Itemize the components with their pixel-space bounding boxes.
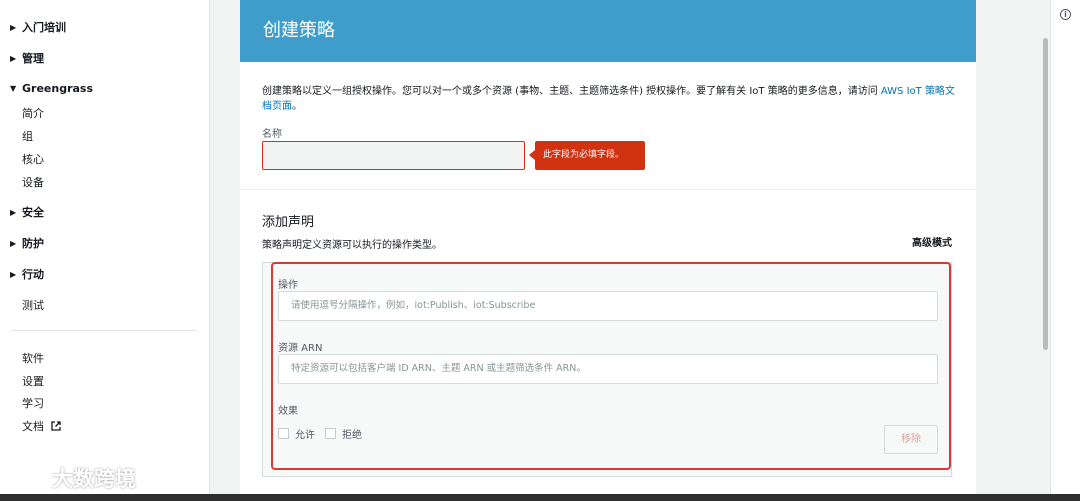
caret-right-icon: ▶ — [10, 269, 17, 279]
sidebar-divider — [12, 330, 196, 331]
nav-greengrass-label: Greengrass — [22, 82, 94, 95]
caret-right-icon: ▶ — [10, 53, 17, 63]
section-divider — [240, 189, 976, 190]
nav-item-devices[interactable]: 设备 — [22, 174, 44, 190]
nav-defend[interactable]: ▶ 防护 — [10, 235, 44, 251]
sidebar: ▶ 入门培训 ▶ 管理 ▼ Greengrass 简介 组 核心 设备 ▶ 安全… — [0, 0, 210, 501]
deny-label: 拒绝 — [342, 430, 362, 441]
nav-defend-label: 防护 — [22, 237, 44, 250]
nav-secure-label: 安全 — [22, 206, 44, 219]
resource-arn-input[interactable]: 特定资源可以包括客户端 ID ARN、主题 ARN 或主题筛选条件 ARN。 — [278, 354, 938, 384]
nav-software[interactable]: 软件 — [22, 350, 44, 366]
external-link-icon — [51, 421, 61, 431]
required-field-error: 此字段为必填字段。 — [529, 141, 645, 170]
page-title: 创建策略 — [263, 20, 335, 41]
allow-label: 允许 — [295, 430, 315, 441]
name-label: 名称 — [262, 129, 282, 140]
policy-description: 创建策略以定义一组授权操作。您可以对一个或多个资源 (事物、主题、主题筛选条件)… — [262, 84, 962, 114]
nav-learn[interactable]: 学习 — [22, 395, 44, 411]
nav-documentation-label: 文档 — [22, 420, 44, 433]
resource-arn-label: 资源 ARN — [278, 343, 323, 354]
nav-act-label: 行动 — [22, 268, 44, 281]
nav-onboarding-label: 入门培训 — [22, 21, 66, 34]
statement-description: 策略声明定义资源可以执行的操作类型。 — [262, 240, 442, 251]
effect-options: 允许 拒绝 — [278, 426, 372, 441]
description-text: 创建策略以定义一组授权操作。您可以对一个或多个资源 (事物、主题、主题筛选条件)… — [262, 86, 881, 97]
caret-right-icon: ▶ — [10, 238, 17, 248]
watermark-logo — [10, 468, 45, 486]
deny-checkbox[interactable] — [325, 428, 336, 439]
right-rail — [1050, 0, 1080, 501]
nav-item-cores[interactable]: 核心 — [22, 151, 44, 167]
nav-manage-label: 管理 — [22, 52, 44, 65]
advanced-mode-link[interactable]: 高级模式 — [912, 234, 952, 249]
nav-test[interactable]: 测试 — [22, 297, 44, 313]
caret-right-icon: ▶ — [10, 22, 17, 32]
watermark: 大数跨境 — [8, 463, 136, 493]
caret-right-icon: ▶ — [10, 207, 17, 217]
nav-greengrass[interactable]: ▼ Greengrass — [10, 82, 93, 95]
nav-item-intro[interactable]: 简介 — [22, 105, 44, 121]
create-policy-panel: 创建策略 创建策略以定义一组授权操作。您可以对一个或多个资源 (事物、主题、主题… — [240, 0, 976, 501]
nav-item-groups[interactable]: 组 — [22, 128, 33, 144]
nav-secure[interactable]: ▶ 安全 — [10, 204, 44, 220]
panel-header: 创建策略 — [240, 0, 976, 62]
caret-down-icon: ▼ — [10, 84, 17, 93]
action-label: 操作 — [278, 280, 298, 291]
action-input[interactable]: 请使用逗号分隔操作，例如，iot:Publish、iot:Subscribe — [278, 291, 938, 321]
description-end: 。 — [292, 101, 302, 112]
watermark-text: 大数跨境 — [52, 467, 136, 491]
info-icon[interactable]: i — [1060, 9, 1071, 20]
bottom-bar — [0, 494, 1080, 501]
remove-button[interactable]: 移除 — [884, 425, 938, 454]
scrollbar-thumb[interactable] — [1043, 38, 1048, 350]
nav-settings[interactable]: 设置 — [22, 373, 44, 389]
allow-checkbox[interactable] — [278, 428, 289, 439]
add-statement-title: 添加声明 — [262, 215, 315, 230]
nav-manage[interactable]: ▶ 管理 — [10, 50, 44, 66]
nav-act[interactable]: ▶ 行动 — [10, 266, 44, 282]
effect-label: 效果 — [278, 406, 298, 417]
policy-name-input[interactable] — [262, 141, 525, 170]
nav-onboarding[interactable]: ▶ 入门培训 — [10, 19, 66, 35]
nav-documentation[interactable]: 文档 — [22, 418, 61, 434]
